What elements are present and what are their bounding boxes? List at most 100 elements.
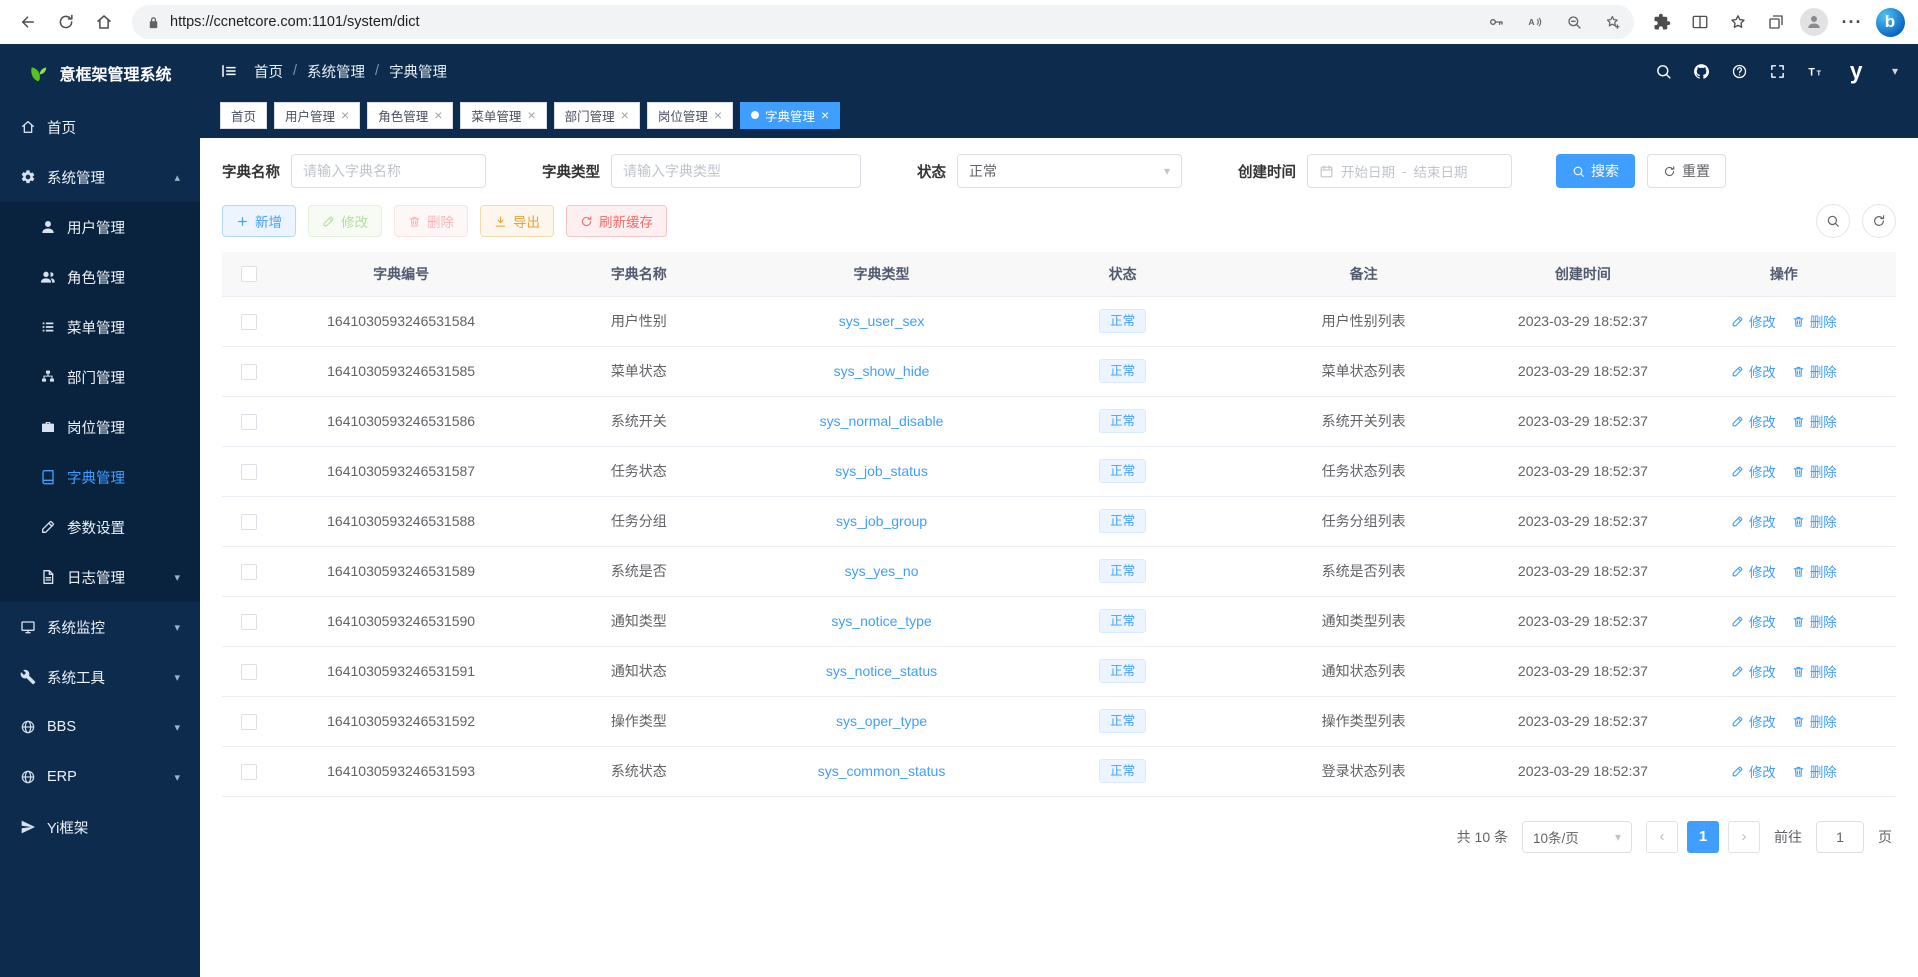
edit-button[interactable]: 修改: [308, 205, 382, 237]
row-checkbox[interactable]: [241, 314, 257, 330]
profile-button[interactable]: [1796, 5, 1832, 39]
sidebar-item-tool[interactable]: 系统工具▾: [0, 652, 200, 702]
row-delete-button[interactable]: 删除: [1792, 361, 1837, 381]
row-delete-button[interactable]: 删除: [1792, 461, 1837, 481]
row-delete-button[interactable]: 删除: [1792, 711, 1837, 731]
refresh-cache-button[interactable]: 刷新缓存: [566, 205, 667, 237]
row-edit-button[interactable]: 修改: [1731, 411, 1776, 431]
header-search-button[interactable]: [1655, 63, 1672, 80]
sidebar-item-monitor[interactable]: 系统监控▾: [0, 602, 200, 652]
dict-type-link[interactable]: sys_common_status: [818, 763, 946, 779]
tab-user[interactable]: 用户管理×: [274, 102, 360, 129]
dict-name-input-field[interactable]: [303, 163, 474, 179]
row-checkbox[interactable]: [241, 464, 257, 480]
delete-button[interactable]: 删除: [394, 205, 468, 237]
row-checkbox[interactable]: [241, 614, 257, 630]
goto-page-input[interactable]: [1816, 821, 1864, 853]
page-size-select[interactable]: 10条/页 ▾: [1522, 821, 1632, 853]
row-edit-button[interactable]: 修改: [1731, 511, 1776, 531]
current-page-button[interactable]: 1: [1687, 821, 1719, 853]
tab-dict[interactable]: 字典管理×: [740, 102, 840, 129]
tab-post[interactable]: 岗位管理×: [647, 102, 733, 129]
sidebar-item-dict[interactable]: 字典管理: [0, 452, 200, 502]
dict-type-link[interactable]: sys_notice_status: [826, 663, 937, 679]
sidebar-toggle-button[interactable]: [220, 62, 238, 80]
tab-role[interactable]: 角色管理×: [367, 102, 453, 129]
select-all-checkbox[interactable]: [241, 266, 257, 282]
goto-page-field[interactable]: [1817, 822, 1863, 852]
export-button[interactable]: 导出: [480, 205, 554, 237]
row-checkbox[interactable]: [241, 564, 257, 580]
help-button[interactable]: [1731, 63, 1748, 80]
dict-type-link[interactable]: sys_normal_disable: [820, 413, 944, 429]
breadcrumb-item[interactable]: 系统管理: [307, 61, 365, 82]
user-logo-button[interactable]: [1845, 58, 1871, 84]
sidebar-item-dept[interactable]: 部门管理: [0, 352, 200, 402]
back-button[interactable]: [10, 5, 46, 39]
row-edit-button[interactable]: 修改: [1731, 461, 1776, 481]
row-delete-button[interactable]: 删除: [1792, 561, 1837, 581]
row-checkbox[interactable]: [241, 514, 257, 530]
sidebar-item-log[interactable]: 日志管理▾: [0, 552, 200, 602]
next-page-button[interactable]: ›: [1728, 821, 1760, 853]
password-key-button[interactable]: [1481, 8, 1511, 36]
zoom-out-button[interactable]: [1559, 8, 1589, 36]
dict-type-link[interactable]: sys_oper_type: [836, 713, 927, 729]
dict-type-input[interactable]: [611, 154, 861, 188]
refresh-table-button[interactable]: [1862, 204, 1896, 238]
sidebar-item-erp[interactable]: ERP▾: [0, 752, 200, 802]
breadcrumb-item[interactable]: 首页: [254, 61, 283, 82]
row-edit-button[interactable]: 修改: [1731, 311, 1776, 331]
github-button[interactable]: [1693, 63, 1710, 80]
row-edit-button[interactable]: 修改: [1731, 561, 1776, 581]
row-checkbox[interactable]: [241, 664, 257, 680]
dict-type-link[interactable]: sys_notice_type: [831, 613, 931, 629]
close-icon[interactable]: ×: [527, 108, 535, 122]
reload-button[interactable]: [48, 5, 84, 39]
row-delete-button[interactable]: 删除: [1792, 511, 1837, 531]
tab-home[interactable]: 首页: [220, 102, 267, 129]
row-edit-button[interactable]: 修改: [1731, 661, 1776, 681]
row-checkbox[interactable]: [241, 764, 257, 780]
browser-menu-button[interactable]: ···: [1834, 5, 1870, 39]
breadcrumb-item[interactable]: 字典管理: [389, 61, 447, 82]
prev-page-button[interactable]: ‹: [1646, 821, 1678, 853]
row-edit-button[interactable]: 修改: [1731, 711, 1776, 731]
reset-button[interactable]: 重置: [1647, 154, 1726, 188]
sidebar-item-system[interactable]: 系统管理▴: [0, 152, 200, 202]
search-button[interactable]: 搜索: [1556, 154, 1635, 188]
dict-type-link[interactable]: sys_user_sex: [839, 313, 925, 329]
sidebar-item-post[interactable]: 岗位管理: [0, 402, 200, 452]
close-icon[interactable]: ×: [341, 108, 349, 122]
favorites-button[interactable]: [1720, 5, 1756, 39]
dict-type-link[interactable]: sys_yes_no: [845, 563, 919, 579]
close-icon[interactable]: ×: [621, 108, 629, 122]
row-checkbox[interactable]: [241, 364, 257, 380]
row-delete-button[interactable]: 删除: [1792, 411, 1837, 431]
dict-type-link[interactable]: sys_show_hide: [834, 363, 930, 379]
sidebar-item-yi[interactable]: Yi框架: [0, 802, 200, 852]
row-edit-button[interactable]: 修改: [1731, 761, 1776, 781]
add-button[interactable]: 新增: [222, 205, 296, 237]
row-checkbox[interactable]: [241, 714, 257, 730]
tab-menu[interactable]: 菜单管理×: [460, 102, 546, 129]
bing-chat-button[interactable]: b: [1872, 5, 1908, 39]
row-edit-button[interactable]: 修改: [1731, 361, 1776, 381]
row-edit-button[interactable]: 修改: [1731, 611, 1776, 631]
url-text[interactable]: https://ccnetcore.com:1101/system/dict: [170, 14, 1472, 30]
row-delete-button[interactable]: 删除: [1792, 661, 1837, 681]
sidebar-item-user[interactable]: 用户管理: [0, 202, 200, 252]
status-select[interactable]: 正常 ▾: [957, 154, 1182, 188]
dict-type-link[interactable]: sys_job_group: [836, 513, 927, 529]
extensions-button[interactable]: [1644, 5, 1680, 39]
row-checkbox[interactable]: [241, 414, 257, 430]
sidebar-item-role[interactable]: 角色管理: [0, 252, 200, 302]
add-favorite-button[interactable]: [1598, 8, 1628, 36]
address-bar[interactable]: https://ccnetcore.com:1101/system/dict: [132, 5, 1634, 39]
show-search-button[interactable]: [1816, 204, 1850, 238]
close-icon[interactable]: ×: [714, 108, 722, 122]
date-range-picker[interactable]: 开始日期 - 结束日期: [1307, 154, 1512, 188]
browser-home-button[interactable]: [86, 5, 122, 39]
sidebar-item-param[interactable]: 参数设置: [0, 502, 200, 552]
font-size-button[interactable]: [1807, 63, 1824, 80]
